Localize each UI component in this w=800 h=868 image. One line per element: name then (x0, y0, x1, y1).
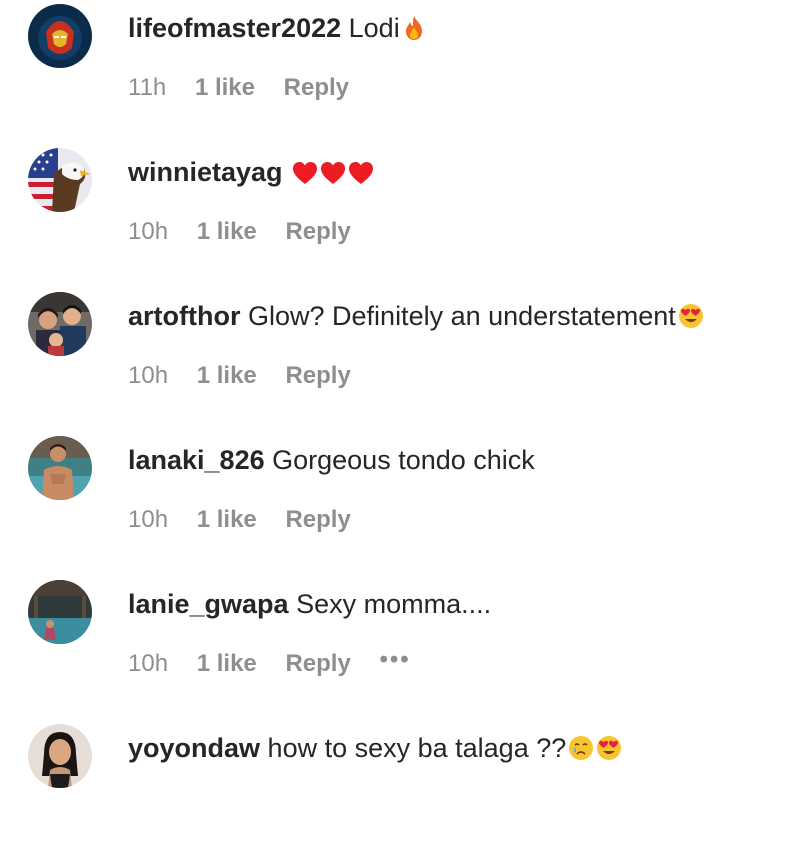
comment-meta: 11h 1 like Reply (128, 74, 371, 102)
like-count[interactable]: 1 like (197, 218, 257, 246)
heart-emoji-icon (348, 160, 374, 192)
comment-meta: 10h 1 like Reply (128, 362, 373, 390)
heart-emoji-icon (320, 160, 346, 192)
comment-body: lanie_gwapa Sexy momma.... (128, 588, 491, 620)
comment-body: yoyondaw how to sexy ba talaga ?? (128, 732, 622, 768)
comment-text: Lodi (348, 13, 400, 43)
avatar[interactable] (28, 436, 92, 500)
comment-body: artofthor Glow? Definitely an understate… (128, 300, 704, 336)
comment-item: lanie_gwapa Sexy momma.... 10h 1 like Re… (0, 580, 800, 724)
comment-item: lifeofmaster2022 Lodi 11h 1 like Reply (0, 4, 800, 148)
comment-list: lifeofmaster2022 Lodi 11h 1 like Reply w… (0, 0, 800, 793)
comment-username[interactable]: lanie_gwapa (128, 589, 289, 619)
comment-timestamp: 10h (128, 506, 169, 533)
comment-timestamp: 11h (128, 74, 167, 101)
reply-button[interactable]: Reply (285, 362, 350, 390)
comment-username[interactable]: lifeofmaster2022 (128, 13, 341, 43)
avatar[interactable] (28, 292, 92, 356)
comment-body: lifeofmaster2022 Lodi (128, 12, 426, 48)
comment-timestamp: 10h (128, 650, 169, 677)
comment-text: Sexy momma.... (296, 589, 492, 619)
fire-emoji-icon (402, 15, 426, 48)
comment-text: Gorgeous tondo chick (272, 445, 535, 475)
avatar[interactable] (28, 4, 92, 68)
avatar[interactable] (28, 148, 92, 212)
more-options-icon[interactable]: ••• (379, 646, 410, 674)
comment-item: artofthor Glow? Definitely an understate… (0, 292, 800, 436)
comment-meta: 10h 1 like Reply (128, 218, 373, 246)
comment-meta: 10h 1 like Reply ••• (128, 646, 433, 678)
like-count[interactable]: 1 like (197, 650, 257, 678)
comment-username[interactable]: lanaki_826 (128, 445, 265, 475)
comment-item: yoyondaw how to sexy ba talaga ?? (0, 724, 800, 868)
comment-item: winnietayag 10h 1 like Reply (0, 148, 800, 292)
comment-timestamp: 10h (128, 218, 169, 245)
reply-button[interactable]: Reply (285, 506, 350, 534)
comment-username[interactable]: winnietayag (128, 157, 283, 187)
comment-body: winnietayag (128, 156, 374, 192)
like-count[interactable]: 1 like (195, 74, 255, 102)
comment-text: Glow? Definitely an understatement (248, 301, 676, 331)
comment-meta: 10h 1 like Reply (128, 506, 373, 534)
comment-timestamp: 10h (128, 362, 169, 389)
comment-username[interactable]: artofthor (128, 301, 240, 331)
reply-button[interactable]: Reply (284, 74, 349, 102)
avatar[interactable] (28, 724, 92, 788)
comment-body: lanaki_826 Gorgeous tondo chick (128, 444, 535, 476)
reply-button[interactable]: Reply (285, 650, 350, 678)
like-count[interactable]: 1 like (197, 506, 257, 534)
reply-button[interactable]: Reply (285, 218, 350, 246)
heart-eyes-emoji-icon (678, 303, 704, 336)
crying-emoji-icon (568, 735, 594, 768)
heart-emoji-icon (292, 160, 318, 192)
like-count[interactable]: 1 like (197, 362, 257, 390)
comment-username[interactable]: yoyondaw (128, 733, 260, 763)
avatar[interactable] (28, 580, 92, 644)
comment-text: how to sexy ba talaga ?? (267, 733, 567, 763)
heart-eyes-emoji-icon (596, 735, 622, 768)
comment-item: lanaki_826 Gorgeous tondo chick 10h 1 li… (0, 436, 800, 580)
